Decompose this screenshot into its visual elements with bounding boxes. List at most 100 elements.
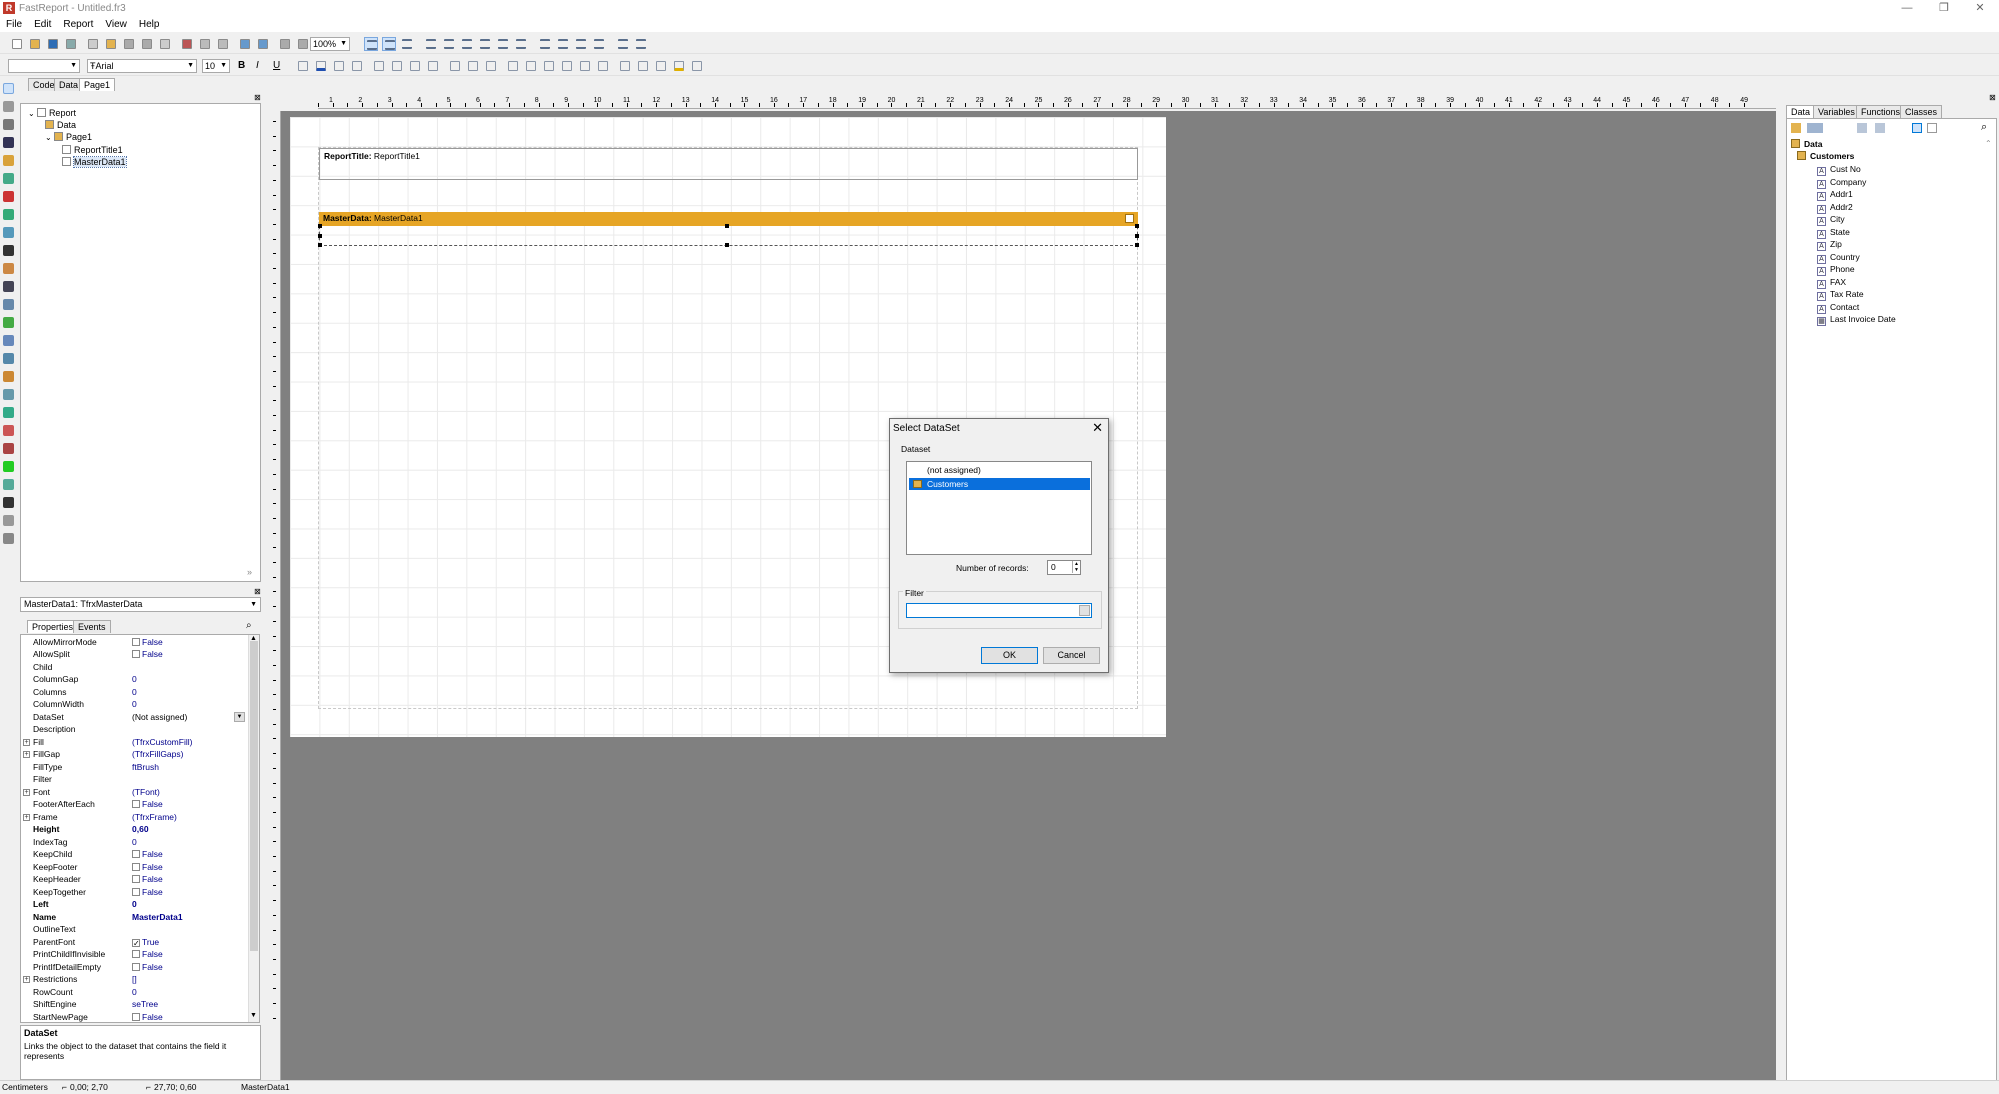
space-v-icon[interactable] xyxy=(556,37,570,51)
font-name-combo[interactable]: ŦArial ▼ xyxy=(87,59,197,73)
field-item[interactable]: A Cust No xyxy=(1817,163,1861,176)
property-row[interactable]: ShiftEngine seTree xyxy=(21,998,249,1011)
tab-properties[interactable]: Properties xyxy=(27,620,79,633)
property-value[interactable]: False xyxy=(132,1011,163,1023)
report-title-band[interactable]: ReportTitle: ReportTitle1 xyxy=(319,148,1138,180)
zoom-combo[interactable]: 100% ▼ xyxy=(310,37,350,51)
search-icon[interactable]: ⌕ xyxy=(1981,121,1987,134)
sort-icon[interactable] xyxy=(1807,123,1823,133)
dataset-node[interactable]: Customers xyxy=(1797,150,1854,163)
field-item[interactable]: A Addr2 xyxy=(1817,201,1853,214)
barcode-tool-icon[interactable] xyxy=(3,281,14,292)
ok-button[interactable]: OK xyxy=(981,647,1038,664)
format-tool-icon[interactable] xyxy=(3,155,14,166)
menu-edit[interactable]: Edit xyxy=(28,17,57,32)
scroll-down-icon[interactable]: ▼ xyxy=(250,1012,257,1019)
search-icon[interactable]: ⌕ xyxy=(246,620,252,631)
tab-events[interactable]: Events xyxy=(73,620,111,633)
field-item[interactable]: A Tax Rate xyxy=(1817,288,1864,301)
expand-icon[interactable]: + xyxy=(23,788,30,796)
paste-icon[interactable] xyxy=(216,37,230,51)
checkbox-icon[interactable] xyxy=(132,950,140,958)
menu-help[interactable]: Help xyxy=(133,17,166,32)
save-icon[interactable] xyxy=(46,37,60,51)
tree-node[interactable]: ⌄ Report xyxy=(28,107,76,119)
zip-tool-icon[interactable] xyxy=(3,515,14,526)
property-value[interactable]: 0 xyxy=(132,898,137,911)
rotation-icon[interactable] xyxy=(350,59,364,73)
property-row[interactable]: AllowSplit False xyxy=(21,648,249,661)
sum-tool-icon[interactable] xyxy=(3,245,14,256)
master-data-band[interactable] xyxy=(318,224,1139,247)
tree-node[interactable]: MasterData1 xyxy=(62,156,127,168)
filter-input[interactable] xyxy=(906,603,1092,618)
restore-icon[interactable]: ❐ xyxy=(1927,0,1961,17)
property-row[interactable]: KeepTogether False xyxy=(21,886,249,899)
other-tool-icon[interactable] xyxy=(3,533,14,544)
align-top-icon[interactable] xyxy=(478,37,492,51)
property-value[interactable]: 0,60 xyxy=(132,823,149,836)
property-row[interactable]: RowCount 0 xyxy=(21,986,249,999)
valign-top-icon[interactable] xyxy=(448,59,462,73)
object-selector[interactable]: MasterData1: TfrxMasterData ▼ xyxy=(20,597,261,612)
richtext-tool-icon[interactable] xyxy=(3,263,14,274)
map-tool-icon[interactable] xyxy=(3,407,14,418)
checkbox-icon[interactable] xyxy=(132,887,140,896)
dataset-item[interactable]: Customers xyxy=(909,478,1090,490)
tab-classes[interactable]: Classes xyxy=(1900,105,1943,118)
align-middle-icon[interactable] xyxy=(496,37,510,51)
expand-icon[interactable]: + xyxy=(23,976,30,983)
style-combo[interactable]: ▼ xyxy=(8,59,80,73)
close-icon[interactable]: ⊠ xyxy=(1989,93,1996,102)
minimize-icon[interactable]: — xyxy=(1890,0,1924,17)
property-row[interactable]: FillType ftBrush xyxy=(21,761,249,774)
zoom-tool-icon[interactable] xyxy=(3,119,14,130)
dial-tool-icon[interactable] xyxy=(3,479,14,490)
field-item[interactable]: A Phone xyxy=(1817,263,1855,276)
select-tool-icon[interactable] xyxy=(3,83,14,94)
property-row[interactable]: ColumnWidth 0 xyxy=(21,698,249,711)
close-icon[interactable]: ✕ xyxy=(1092,420,1103,436)
property-row[interactable]: Child xyxy=(21,661,249,674)
property-value[interactable]: (TfrxFillGaps) xyxy=(132,748,183,761)
align-text-center-icon[interactable] xyxy=(390,59,404,73)
data-root-node[interactable]: Data xyxy=(1791,138,1822,151)
frame-right-icon[interactable] xyxy=(560,59,574,73)
undo-icon[interactable] xyxy=(238,37,252,51)
property-value[interactable]: seTree xyxy=(132,998,158,1011)
menu-file[interactable]: File xyxy=(0,17,28,32)
spin-icon[interactable]: ▲ ▼ xyxy=(1072,561,1079,573)
property-row[interactable]: IndexTag 0 xyxy=(21,836,249,849)
close-icon[interactable]: ✕ xyxy=(1963,0,1997,17)
menu-view[interactable]: View xyxy=(99,17,133,32)
property-row[interactable]: ParentFont ✓ True xyxy=(21,936,249,949)
property-row[interactable]: Name MasterData1 xyxy=(21,911,249,924)
scroll-thumb[interactable] xyxy=(250,641,258,951)
resize-handle[interactable] xyxy=(725,224,729,228)
collapse-icon[interactable]: ⌃ xyxy=(1985,139,1992,148)
property-value[interactable]: False xyxy=(132,848,163,861)
expand-icon[interactable]: + xyxy=(23,813,30,821)
gradient-tool-icon[interactable] xyxy=(3,461,14,472)
property-row[interactable]: AllowMirrorMode False xyxy=(21,636,249,649)
property-value[interactable]: False xyxy=(132,648,163,661)
align-right-icon[interactable] xyxy=(460,37,474,51)
checkbox-icon[interactable] xyxy=(132,1012,140,1021)
property-value[interactable]: (TfrxFrame) xyxy=(132,811,177,824)
property-value[interactable]: False xyxy=(132,636,163,649)
frame-color-icon[interactable] xyxy=(672,59,686,73)
field-item[interactable]: A City xyxy=(1817,213,1845,226)
underline-button[interactable]: U xyxy=(273,60,280,71)
property-row[interactable]: KeepChild False xyxy=(21,848,249,861)
resize-handle[interactable] xyxy=(1135,224,1139,228)
frame-none-icon[interactable] xyxy=(596,59,610,73)
chevron-down-icon[interactable]: ▼ xyxy=(234,711,245,722)
field-item[interactable]: A Contact xyxy=(1817,301,1859,314)
gauge-tool-icon[interactable] xyxy=(3,425,14,436)
resize-handle[interactable] xyxy=(318,234,322,238)
sort-asc-icon[interactable] xyxy=(1857,123,1867,133)
close-icon[interactable]: ⊠ xyxy=(254,93,261,102)
checkbox-icon[interactable] xyxy=(132,875,140,883)
space-h-icon[interactable] xyxy=(538,37,552,51)
property-row[interactable]: Columns 0 xyxy=(21,686,249,699)
